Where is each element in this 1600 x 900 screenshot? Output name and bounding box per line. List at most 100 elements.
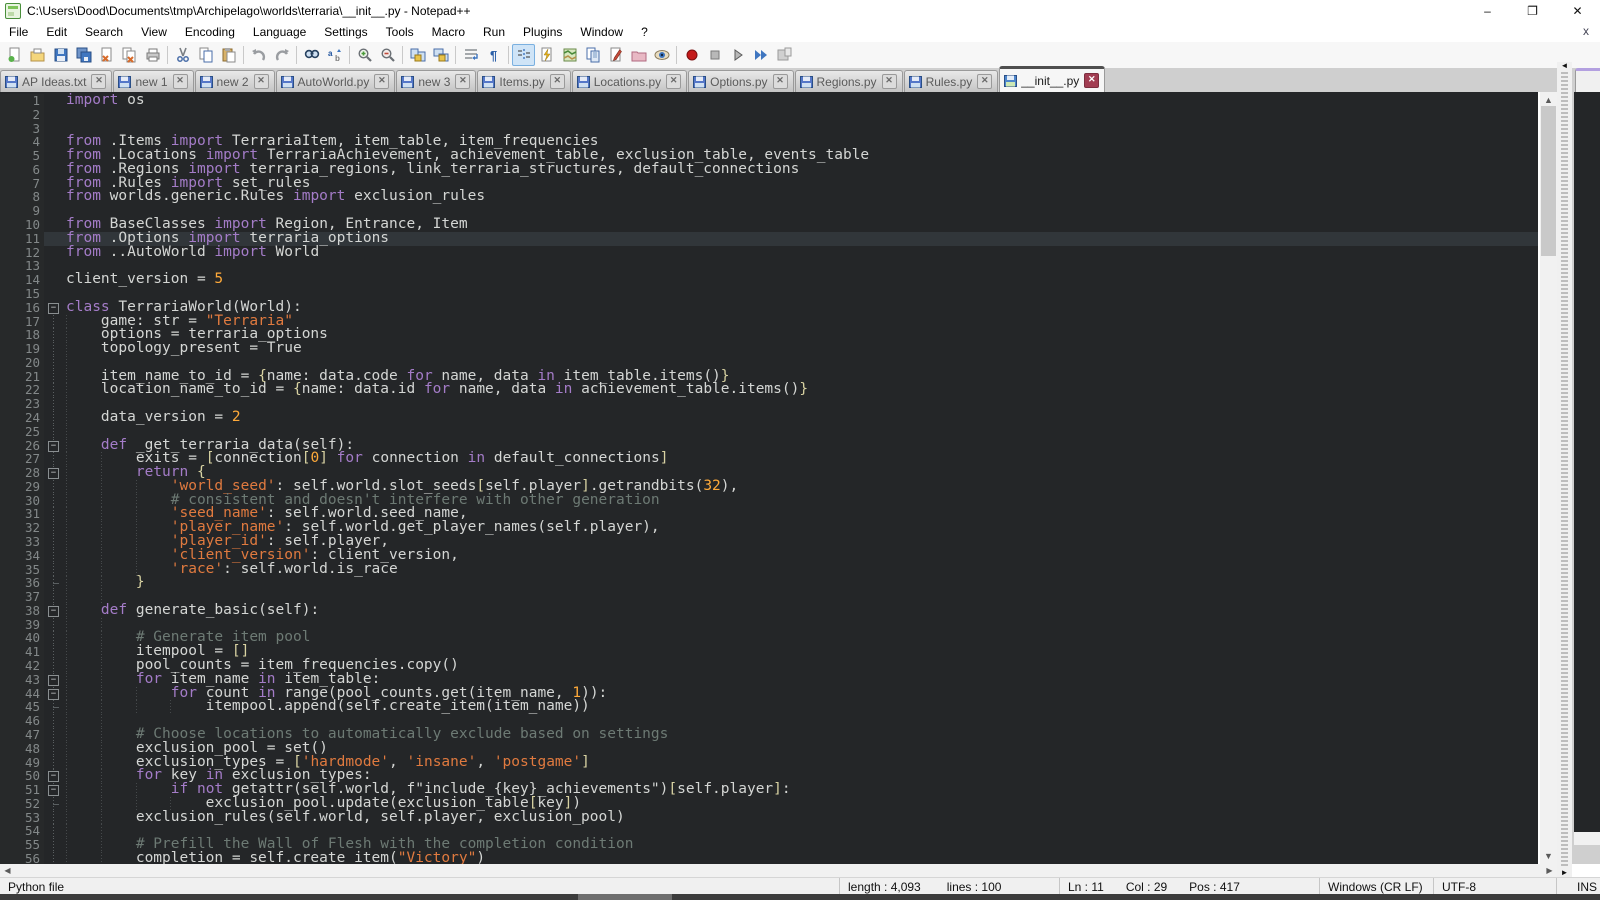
tab-close-icon[interactable]: ✕ (666, 74, 681, 89)
secondary-view-editor[interactable] (1574, 92, 1600, 832)
tab-ap-ideas-txt[interactable]: AP Ideas.txt✕ (0, 70, 112, 92)
fold-margin[interactable]: − (44, 687, 64, 701)
tab-close-icon[interactable]: ✕ (550, 74, 565, 89)
fold-margin[interactable]: − (44, 439, 64, 453)
tab-close-icon[interactable]: ✕ (91, 74, 106, 89)
monitoring-button[interactable] (650, 44, 673, 66)
close-all-button[interactable] (118, 44, 141, 66)
open-file-button[interactable] (26, 44, 49, 66)
tab-new-3[interactable]: new 3✕ (396, 70, 476, 92)
code-line[interactable]: 53 exclusion_rules(self.world, self.play… (0, 811, 1538, 825)
tab-close-icon[interactable]: ✕ (374, 74, 389, 89)
macro-stop-button[interactable] (703, 44, 726, 66)
fold-collapse-icon[interactable]: − (48, 606, 59, 617)
secondary-view-scrollbar[interactable] (1574, 832, 1600, 845)
redo-button[interactable] (270, 44, 293, 66)
menu-macro[interactable]: Macro (423, 23, 474, 41)
show-all-characters-button[interactable]: ¶ (482, 44, 505, 66)
close-button[interactable] (95, 44, 118, 66)
close-window-button[interactable]: ✕ (1555, 0, 1600, 22)
code-line[interactable]: 14client_version = 5 (0, 273, 1538, 287)
menu-close-icon[interactable]: x (1578, 24, 1594, 38)
save-all-button[interactable] (72, 44, 95, 66)
zoom-out-button[interactable] (376, 44, 399, 66)
document-list-button[interactable] (581, 44, 604, 66)
fold-margin[interactable]: − (44, 783, 64, 797)
scroll-down-icon[interactable]: ▼ (1540, 848, 1557, 864)
tab-new-1[interactable]: new 1✕ (113, 70, 193, 92)
menu-edit[interactable]: Edit (37, 23, 76, 41)
fold-collapse-icon[interactable]: − (48, 441, 59, 452)
fold-margin[interactable]: − (44, 466, 64, 480)
fold-margin[interactable]: − (44, 673, 64, 687)
menu-language[interactable]: Language (244, 23, 315, 41)
code-line[interactable]: 22 location_name_to_id = {name: data.id … (0, 383, 1538, 397)
code-line[interactable]: 35 'race': self.world.is_race (0, 563, 1538, 577)
code-line[interactable]: 2 (0, 108, 1538, 122)
sync-horizontal-button[interactable] (429, 44, 452, 66)
menu-encoding[interactable]: Encoding (176, 23, 244, 41)
vertical-scrollbar-thumb[interactable] (1541, 106, 1556, 256)
copy-button[interactable] (194, 44, 217, 66)
tab-locations-py[interactable]: Locations.py✕ (572, 70, 687, 92)
sync-vertical-button[interactable] (406, 44, 429, 66)
fold-margin[interactable]: − (44, 301, 64, 315)
code-line[interactable]: 24 data_version = 2 (0, 411, 1538, 425)
minimize-button[interactable]: – (1465, 0, 1510, 22)
menu-plugins[interactable]: Plugins (514, 23, 571, 41)
eol-format-label[interactable]: Windows (CR LF) (1328, 880, 1423, 894)
code-line[interactable]: 38− def generate_basic(self): (0, 604, 1538, 618)
indent-guide-button[interactable] (512, 44, 535, 66)
folder-as-workspace-button[interactable] (627, 44, 650, 66)
fold-margin[interactable]: − (44, 604, 64, 618)
tab-close-icon[interactable]: ✕ (1084, 73, 1099, 88)
function-list-button[interactable] (535, 44, 558, 66)
splitter-left-arrow-icon[interactable]: ◄ (1561, 62, 1569, 70)
zoom-in-button[interactable] (353, 44, 376, 66)
vertical-scrollbar[interactable]: ▲ ▼ (1540, 92, 1557, 864)
code-line[interactable]: 8from worlds.generic.Rules import exclus… (0, 190, 1538, 204)
tab-regions-py[interactable]: Regions.py✕ (795, 70, 903, 92)
splitter-right-arrow-icon[interactable]: ► (1561, 869, 1569, 877)
macro-run-multiple-button[interactable] (749, 44, 772, 66)
replace-button[interactable]: ab (323, 44, 346, 66)
tab--init-py[interactable]: __init__.py✕ (999, 66, 1105, 92)
find-button[interactable] (300, 44, 323, 66)
fold-collapse-icon[interactable]: − (48, 468, 59, 479)
print-button[interactable] (141, 44, 164, 66)
view-splitter[interactable]: ◄ ► (1557, 62, 1572, 877)
code-editor[interactable]: 1import os234from .Items import Terraria… (0, 92, 1538, 864)
menu-settings[interactable]: Settings (315, 23, 376, 41)
scroll-left-icon[interactable]: ◀ (0, 864, 15, 877)
macro-save-button[interactable] (772, 44, 795, 66)
tab-close-icon[interactable]: ✕ (977, 74, 992, 89)
code-line[interactable]: 12from ..AutoWorld import World (0, 246, 1538, 260)
code-line[interactable]: 19 topology_present = True (0, 342, 1538, 356)
tab-items-py[interactable]: Items.py✕ (477, 70, 570, 92)
secondary-view-tab[interactable] (1575, 68, 1600, 95)
macro-play-button[interactable] (726, 44, 749, 66)
word-wrap-button[interactable] (459, 44, 482, 66)
splitter-grip[interactable] (1561, 72, 1568, 867)
paste-button[interactable] (217, 44, 240, 66)
code-line[interactable]: 56 completion = self.create_item("Victor… (0, 852, 1538, 864)
tab-new-2[interactable]: new 2✕ (195, 70, 275, 92)
cut-button[interactable] (171, 44, 194, 66)
menu-file[interactable]: File (0, 23, 37, 41)
scroll-right-icon[interactable]: ▶ (1542, 864, 1557, 877)
title-bar[interactable]: C:\Users\Dood\Documents\tmp\Archipelago\… (0, 0, 1600, 22)
code-line[interactable]: 13 (0, 259, 1538, 273)
fold-collapse-icon[interactable]: − (48, 785, 59, 796)
fold-collapse-icon[interactable]: − (48, 303, 59, 314)
fold-collapse-icon[interactable]: − (48, 689, 59, 700)
encoding-label[interactable]: UTF-8 (1442, 880, 1476, 894)
code-line[interactable]: 27 exits = [connection[0] for connection… (0, 452, 1538, 466)
menu-tools[interactable]: Tools (377, 23, 423, 41)
menu-search[interactable]: Search (76, 23, 132, 41)
fold-collapse-icon[interactable]: − (48, 675, 59, 686)
save-button[interactable] (49, 44, 72, 66)
insert-mode-label[interactable]: INS (1577, 880, 1597, 894)
tab-rules-py[interactable]: Rules.py✕ (904, 70, 999, 92)
new-file-button[interactable] (3, 44, 26, 66)
fold-collapse-icon[interactable]: − (48, 771, 59, 782)
